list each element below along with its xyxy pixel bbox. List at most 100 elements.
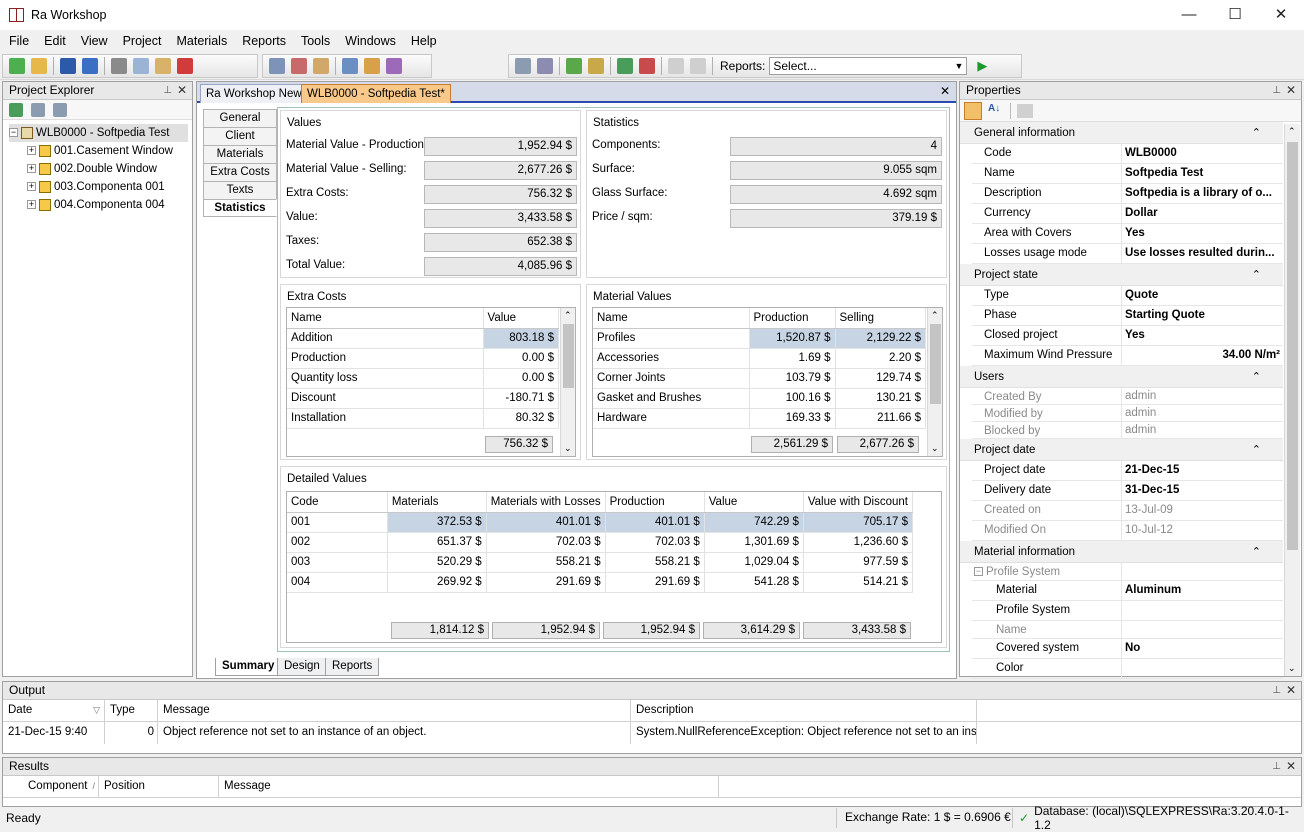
export-icon[interactable] bbox=[364, 58, 380, 74]
scroll-down-icon[interactable]: ⌄ bbox=[1288, 663, 1296, 674]
column-header-value[interactable]: Value bbox=[483, 308, 559, 329]
property-row[interactable]: Type Quote bbox=[972, 286, 1283, 306]
category-users[interactable]: Users ⌃ bbox=[960, 366, 1283, 388]
property-value[interactable]: Dollar bbox=[1122, 204, 1283, 223]
property-row[interactable]: Maximum Wind Pressure 34.00 N/m² bbox=[972, 346, 1283, 366]
expand-icon[interactable]: + bbox=[27, 182, 36, 192]
property-row[interactable]: Color bbox=[972, 659, 1283, 679]
component-icon[interactable] bbox=[588, 58, 604, 74]
collapse-icon[interactable]: − bbox=[974, 567, 983, 577]
sidetab-materials[interactable]: Materials bbox=[203, 145, 277, 163]
column-header-message[interactable]: Message bbox=[219, 776, 719, 797]
column-header-materials-with-losses[interactable]: Materials with Losses bbox=[486, 492, 606, 513]
refresh-icon[interactable] bbox=[9, 102, 23, 117]
pin-icon[interactable]: ⊥ bbox=[1272, 758, 1281, 775]
structure-icon[interactable] bbox=[617, 58, 633, 74]
column-header-code[interactable]: Code bbox=[287, 492, 388, 513]
table-row[interactable]: Quantity loss 0.00 $ bbox=[287, 368, 559, 389]
table-row[interactable]: Profiles 1,520.87 $2,129.22 $ bbox=[593, 328, 926, 349]
tree-view-icon[interactable] bbox=[53, 102, 67, 117]
table-row[interactable]: 004 269.92 $291.69 $291.69 $541.28 $514.2… bbox=[287, 572, 914, 593]
pin-icon[interactable]: ⊥ bbox=[1272, 82, 1281, 99]
scroll-up-icon[interactable]: ⌃ bbox=[1288, 126, 1296, 137]
table-row[interactable]: Accessories 1.69 $2.20 $ bbox=[593, 348, 926, 369]
property-value[interactable]: Softpedia Test bbox=[1122, 164, 1283, 183]
reports-select[interactable]: Select... ▼ bbox=[769, 57, 968, 75]
expand-icon[interactable]: + bbox=[27, 146, 36, 156]
pin-icon[interactable]: ⊥ bbox=[1272, 682, 1281, 699]
property-row[interactable]: Code WLB0000 bbox=[972, 144, 1283, 164]
property-row[interactable]: Covered system No bbox=[972, 639, 1283, 659]
column-header-value[interactable]: Value bbox=[704, 492, 804, 513]
category-general-information[interactable]: General information ⌃ bbox=[960, 122, 1283, 144]
close-document-icon[interactable]: ✕ bbox=[940, 84, 950, 98]
property-value[interactable]: 34.00 N/m² bbox=[1122, 346, 1283, 365]
property-group-row[interactable]: − Profile System bbox=[972, 563, 1283, 581]
maximize-button[interactable]: ☐ bbox=[1212, 0, 1258, 30]
tab-reports[interactable]: Reports bbox=[325, 658, 380, 676]
property-pages-icon[interactable] bbox=[1017, 103, 1033, 118]
tab-summary[interactable]: Summary bbox=[215, 658, 282, 676]
chevron-up-icon[interactable]: ⌃ bbox=[1252, 370, 1261, 383]
column-header-name[interactable]: Name bbox=[593, 308, 750, 329]
table-row[interactable]: Production 0.00 $ bbox=[287, 348, 559, 369]
pin-icon[interactable]: ⊥ bbox=[163, 82, 172, 99]
property-row[interactable]: Currency Dollar bbox=[972, 204, 1283, 224]
close-icon[interactable]: ✕ bbox=[177, 82, 187, 99]
menu-file[interactable]: File bbox=[9, 34, 29, 48]
column-header-value-with-discount[interactable]: Value with Discount bbox=[803, 492, 914, 513]
edit-icon[interactable] bbox=[313, 58, 329, 74]
open-folder-icon[interactable] bbox=[31, 58, 47, 74]
table-row[interactable]: Corner Joints 103.79 $129.74 $ bbox=[593, 368, 926, 389]
property-row[interactable]: Project date 21-Dec-15 bbox=[972, 461, 1283, 481]
property-value[interactable]: Yes bbox=[1122, 326, 1283, 345]
table-row[interactable]: 001 372.53 $401.01 $401.01 $742.29 $705.1… bbox=[287, 512, 914, 533]
save-icon[interactable] bbox=[60, 58, 76, 74]
tree-root[interactable]: − WLB0000 - Softpedia Test bbox=[9, 124, 188, 142]
scroll-up-icon[interactable]: ⌃ bbox=[564, 310, 572, 321]
menu-materials[interactable]: Materials bbox=[176, 34, 227, 48]
scroll-thumb[interactable] bbox=[1287, 142, 1298, 550]
optimize-icon[interactable] bbox=[515, 58, 531, 74]
run-report-icon[interactable]: ▶ bbox=[977, 58, 987, 74]
menu-help[interactable]: Help bbox=[411, 34, 437, 48]
tree-item[interactable]: +001.Casement Window bbox=[9, 142, 192, 160]
menu-view[interactable]: View bbox=[81, 34, 108, 48]
cut-icon[interactable] bbox=[111, 58, 127, 74]
column-header-name[interactable]: Name bbox=[287, 308, 484, 329]
column-header-production[interactable]: Production bbox=[749, 308, 836, 329]
menu-reports[interactable]: Reports bbox=[242, 34, 286, 48]
property-value[interactable]: Aluminum bbox=[1122, 581, 1283, 600]
chevron-up-icon[interactable]: ⌃ bbox=[1252, 268, 1261, 281]
property-value[interactable]: Yes bbox=[1122, 224, 1283, 243]
column-header-production[interactable]: Production bbox=[605, 492, 705, 513]
table-row[interactable]: Gasket and Brushes 100.16 $130.21 $ bbox=[593, 388, 926, 409]
category-project-state[interactable]: Project state ⌃ bbox=[960, 264, 1283, 286]
add-component-icon[interactable] bbox=[566, 58, 582, 74]
property-row[interactable]: Delivery date 31-Dec-15 bbox=[972, 481, 1283, 501]
close-icon[interactable]: ✕ bbox=[1286, 758, 1296, 775]
properties-scrollbar[interactable]: ⌃ ⌄ bbox=[1284, 124, 1300, 676]
property-row[interactable]: Closed project Yes bbox=[972, 326, 1283, 346]
property-value[interactable]: 21-Dec-15 bbox=[1122, 461, 1283, 480]
scroll-down-icon[interactable]: ⌄ bbox=[931, 443, 939, 454]
save-all-icon[interactable] bbox=[82, 58, 98, 74]
tree-item[interactable]: +003.Componenta 001 bbox=[9, 178, 192, 196]
scroll-thumb[interactable] bbox=[930, 324, 941, 404]
output-row[interactable]: 21-Dec-15 9:40 0 Object reference not se… bbox=[3, 722, 1301, 744]
tree-item[interactable]: +002.Double Window bbox=[9, 160, 192, 178]
scroll-down-icon[interactable]: ⌄ bbox=[564, 443, 572, 454]
property-row[interactable]: Profile System bbox=[972, 601, 1283, 621]
close-button[interactable]: ✕ bbox=[1258, 0, 1304, 30]
column-header-description[interactable]: Description bbox=[631, 700, 977, 721]
property-row[interactable]: Area with Covers Yes bbox=[972, 224, 1283, 244]
sidetab-client[interactable]: Client bbox=[203, 127, 277, 145]
column-header-message[interactable]: Message bbox=[158, 700, 631, 721]
collapse-icon[interactable]: − bbox=[9, 128, 18, 138]
menu-edit[interactable]: Edit bbox=[44, 34, 66, 48]
sidetab-extra-costs[interactable]: Extra Costs bbox=[203, 163, 277, 181]
column-header-materials[interactable]: Materials bbox=[387, 492, 487, 513]
list-view-icon[interactable] bbox=[31, 102, 45, 117]
table-row[interactable]: Hardware 169.33 $211.66 $ bbox=[593, 408, 926, 429]
column-header-type[interactable]: Type bbox=[105, 700, 158, 721]
